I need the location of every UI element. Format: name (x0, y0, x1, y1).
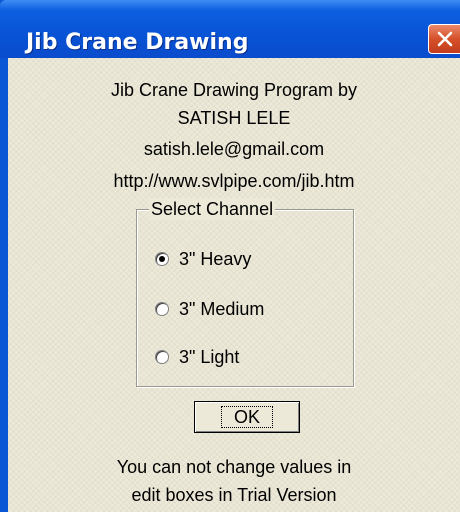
ok-button-label: OK (220, 405, 274, 428)
radio-button-light[interactable] (155, 350, 169, 364)
radio-label-light: 3" Light (179, 346, 240, 367)
dialog-body: Jib Crane Drawing Program by SATISH LELE… (8, 58, 460, 512)
radio-button-heavy[interactable] (155, 252, 169, 266)
select-channel-label: Select Channel (149, 198, 276, 220)
dialog-window: Jib Crane Drawing Jib Crane Drawing Prog… (0, 0, 460, 512)
select-channel-group: Select Channel 3" Heavy 3" Medium 3" Lig… (136, 198, 354, 387)
radio-option-heavy[interactable]: 3" Heavy (155, 246, 251, 272)
title-bar[interactable]: Jib Crane Drawing (0, 0, 460, 58)
radio-label-heavy: 3" Heavy (179, 248, 252, 269)
trial-notice-line-2: edit boxes in Trial Version (131, 485, 337, 505)
radio-option-medium[interactable]: 3" Medium (155, 296, 264, 322)
window-left-border (0, 58, 8, 512)
trial-notice-line-1: You can not change values in (116, 457, 352, 477)
radio-button-medium[interactable] (155, 302, 169, 316)
radio-option-light[interactable]: 3" Light (155, 344, 239, 370)
info-line-author: SATISH LELE (177, 108, 291, 128)
window-title: Jib Crane Drawing (26, 30, 249, 55)
close-button[interactable] (428, 24, 460, 54)
close-icon (437, 31, 453, 47)
radio-label-medium: 3" Medium (179, 298, 265, 319)
info-line-email: satish.lele@gmail.com (143, 139, 325, 159)
info-line-url: http://www.svlpipe.com/jib.htm (113, 171, 355, 191)
info-line-title: Jib Crane Drawing Program by (110, 80, 358, 100)
ok-button[interactable]: OK (194, 401, 300, 433)
